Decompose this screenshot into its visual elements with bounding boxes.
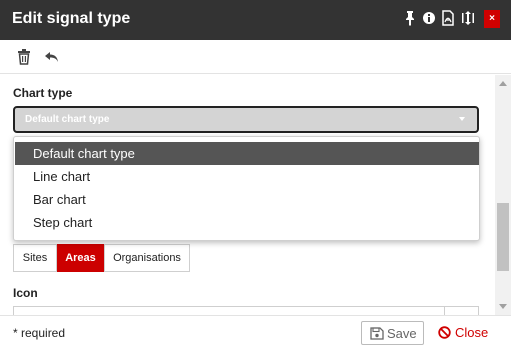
undo-icon[interactable] <box>44 48 64 66</box>
chart-type-label: Chart type <box>13 86 73 100</box>
tab-organisations[interactable]: Organisations <box>104 244 190 272</box>
pin-icon[interactable] <box>402 10 418 28</box>
chart-type-selected-value: Default chart type <box>25 114 110 125</box>
chevron-down-icon <box>459 117 465 121</box>
save-button[interactable]: Save <box>361 321 424 345</box>
dialog-footer: * required Save Close <box>0 315 511 350</box>
save-icon <box>370 327 384 340</box>
dropdown-option-step[interactable]: Step chart <box>15 211 479 234</box>
chart-type-select[interactable]: Default chart type <box>13 106 479 133</box>
icon-input-divider <box>444 306 445 315</box>
dialog-titlebar: Edit signal type × <box>0 0 511 40</box>
content-scrollbar[interactable] <box>495 75 511 315</box>
close-button-label: Close <box>455 325 489 340</box>
scroll-thumb[interactable] <box>497 203 509 271</box>
dropdown-option-bar[interactable]: Bar chart <box>15 188 479 211</box>
tab-sites[interactable]: Sites <box>13 244 57 272</box>
icon-label: Icon <box>13 286 38 300</box>
dialog-close-button[interactable]: × <box>484 10 500 28</box>
dialog-title: Edit signal type <box>12 10 131 27</box>
scroll-down-icon[interactable] <box>499 304 507 309</box>
info-icon[interactable] <box>421 10 437 28</box>
trash-icon[interactable] <box>16 48 36 66</box>
resize-icon[interactable] <box>460 10 476 28</box>
icon-input[interactable] <box>13 306 479 315</box>
required-note: * required <box>13 326 66 340</box>
pdf-icon[interactable] <box>440 10 456 28</box>
ban-icon <box>438 326 451 339</box>
scroll-up-icon[interactable] <box>499 81 507 86</box>
tab-areas[interactable]: Areas <box>57 244 104 272</box>
dropdown-option-default[interactable]: Default chart type <box>15 142 479 165</box>
chart-type-dropdown: Default chart type Line chart Bar chart … <box>13 136 480 241</box>
save-button-label: Save <box>387 326 417 341</box>
dialog-toolbar <box>0 40 511 74</box>
dropdown-option-line[interactable]: Line chart <box>15 165 479 188</box>
